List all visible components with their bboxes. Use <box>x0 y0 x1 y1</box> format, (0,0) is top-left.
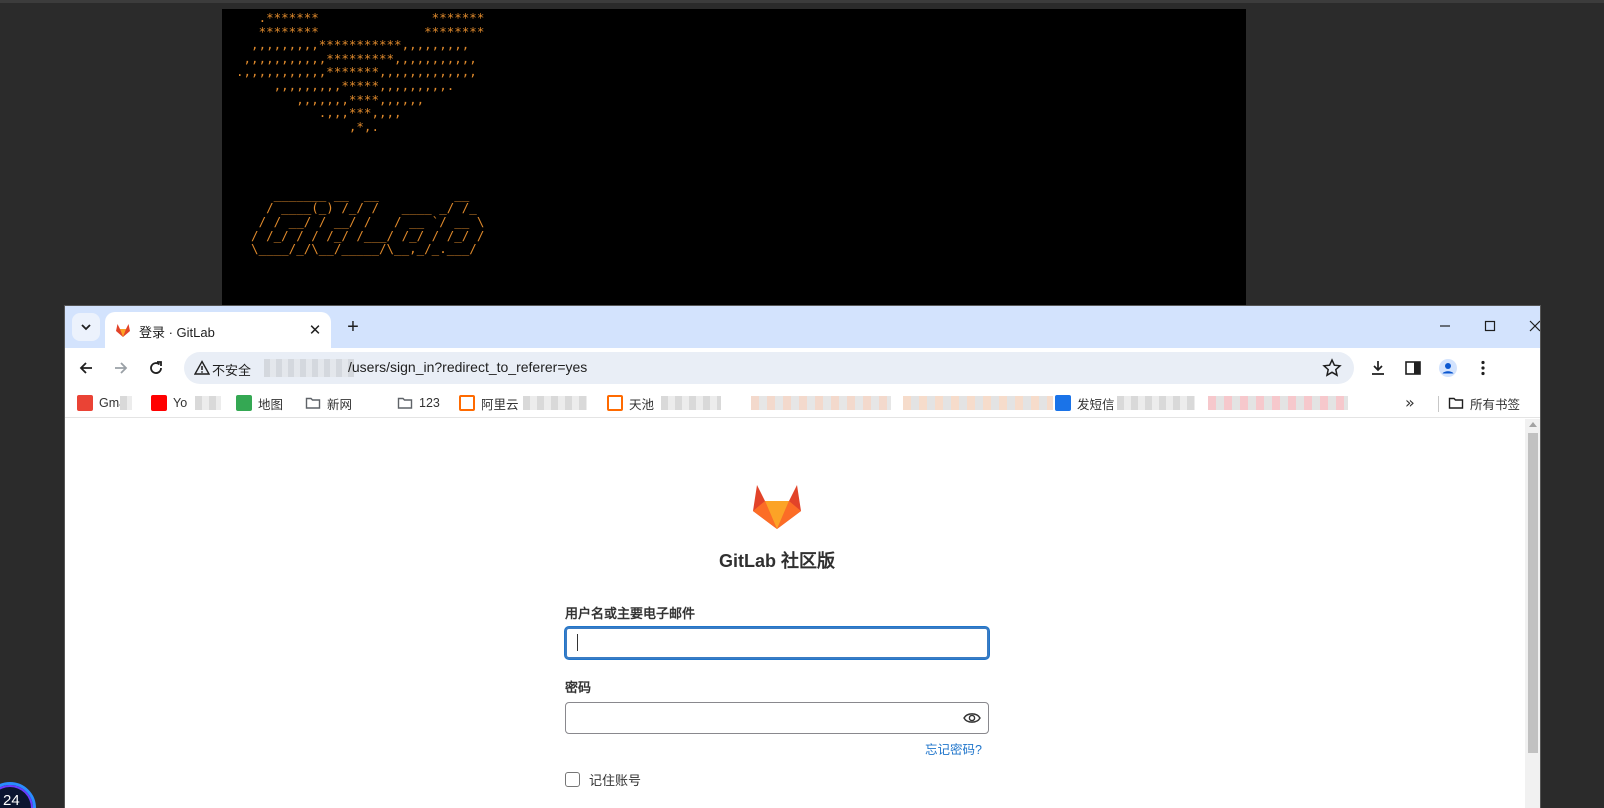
bookmark-label: 阿里云 <box>481 397 519 412</box>
maps-icon <box>236 395 252 411</box>
bookmark-folder-1[interactable]: 新网 <box>305 392 352 414</box>
all-bookmarks-button[interactable]: 所有书签 <box>1448 392 1520 414</box>
folder-icon <box>1448 397 1464 409</box>
tab-search-button[interactable] <box>72 313 100 341</box>
scroll-thumb[interactable] <box>1528 433 1538 753</box>
url-host-redacted <box>264 359 354 377</box>
folder-icon <box>397 397 413 409</box>
all-bookmarks-label: 所有书签 <box>1470 397 1521 412</box>
bookmark-label: 新网 <box>327 397 353 412</box>
bookmark-label: Yo <box>173 396 188 410</box>
password-field-wrap <box>565 702 989 734</box>
remember-me-row[interactable]: 记住账号 <box>565 770 641 789</box>
download-icon <box>1372 361 1384 375</box>
gitlab-logo-icon <box>753 485 801 529</box>
bookmark-redacted <box>903 396 1053 410</box>
bookmark-label: 发短信 <box>1077 397 1115 412</box>
username-label: 用户名或主要电子邮件 <box>565 606 696 621</box>
url-path: /users/sign_in?redirect_to_referer=yes <box>348 359 588 375</box>
close-icon[interactable]: ✕ <box>305 320 325 340</box>
tab-gitlab-login[interactable]: 登录 · GitLab ✕ <box>105 312 331 348</box>
bookmark-sms[interactable]: 发短信 <box>1055 392 1115 414</box>
browser-toolbar: 不安全 /users/sign_in?redirect_to_referer=y… <box>65 348 1540 388</box>
password-input[interactable] <box>565 702 989 734</box>
bookmarks-bar: Gmail Yo 地图 新网 123 阿里云 天池 发短信 » 所有书签 <box>65 388 1540 418</box>
profile-avatar-icon <box>1439 359 1457 377</box>
arrow-left-icon <box>79 362 92 374</box>
chevron-down-icon <box>81 324 91 331</box>
download-button[interactable] <box>1367 357 1389 379</box>
bookmark-redacted <box>120 396 132 410</box>
back-button[interactable] <box>72 354 100 382</box>
bookmark-maps[interactable]: 地图 <box>236 392 283 414</box>
bookmarks-overflow-button[interactable]: » <box>1405 393 1415 412</box>
minimize-button[interactable] <box>1425 312 1465 340</box>
bookmarks-divider <box>1438 396 1439 412</box>
youtube-icon <box>151 395 167 411</box>
bookmark-label: 地图 <box>258 397 284 412</box>
tab-bar: 登录 · GitLab ✕ + <box>65 306 1540 348</box>
gmail-icon <box>77 395 93 411</box>
security-label[interactable]: 不安全 <box>212 360 251 379</box>
side-panel-button[interactable] <box>1402 357 1424 379</box>
tab-title: 登录 · GitLab <box>139 325 215 340</box>
bookmark-aliyun[interactable]: 阿里云 <box>459 392 519 414</box>
page-title: GitLab 社区版 <box>719 551 835 571</box>
forward-button[interactable] <box>107 354 135 382</box>
minimize-icon <box>1440 325 1450 327</box>
profile-button[interactable] <box>1437 357 1459 379</box>
maximize-button[interactable] <box>1470 312 1510 340</box>
username-field-wrap <box>565 627 989 659</box>
side-panel-icon <box>1405 361 1421 375</box>
badge-number: 24 <box>3 792 20 808</box>
bookmark-redacted <box>751 396 891 410</box>
arrow-right-icon <box>115 362 128 374</box>
gitlab-sign-in-page: GitLab 社区版 用户名或主要电子邮件 密码 忘记密码? 记住账号 <box>65 419 1525 808</box>
close-window-icon <box>1529 320 1540 332</box>
bookmark-folder-2[interactable]: 123 <box>397 392 440 414</box>
desktop-circle-badge[interactable]: 24 <box>0 782 36 808</box>
terminal-ascii-art: .******* ******* ******** ******** ,,,,,… <box>236 10 485 257</box>
tianchi-icon <box>607 395 623 411</box>
page-scrollbar[interactable] <box>1525 419 1540 808</box>
maximize-icon <box>1484 320 1496 332</box>
close-window-button[interactable] <box>1515 312 1540 340</box>
new-tab-button[interactable]: + <box>341 315 365 339</box>
bookmark-redacted <box>661 396 721 410</box>
gitlab-favicon-icon <box>116 324 130 337</box>
bookmark-label: 天池 <box>629 397 655 412</box>
browser-window: 登录 · GitLab ✕ + 不安全 /users/sign_in?redir… <box>65 306 1540 808</box>
text-caret <box>577 634 578 651</box>
remember-me-label: 记住账号 <box>589 773 642 788</box>
menu-button[interactable] <box>1472 357 1494 379</box>
desktop-top-strip <box>0 0 1604 3</box>
aliyun-icon <box>459 395 475 411</box>
bookmark-redacted <box>523 396 587 410</box>
bookmark-redacted <box>195 396 221 410</box>
scroll-up-arrow-icon[interactable] <box>1529 422 1537 427</box>
folder-icon <box>305 397 321 409</box>
remember-me-checkbox[interactable] <box>565 772 580 787</box>
bookmark-tianchi[interactable]: 天池 <box>607 392 654 414</box>
terminal-window[interactable]: .******* ******* ******** ******** ,,,,,… <box>222 9 1246 307</box>
bookmark-redacted <box>1117 396 1195 410</box>
kebab-menu-icon <box>1481 360 1485 376</box>
sms-icon <box>1055 395 1071 411</box>
password-label: 密码 <box>565 680 592 695</box>
address-bar[interactable]: 不安全 /users/sign_in?redirect_to_referer=y… <box>184 352 1354 384</box>
bookmark-star-icon[interactable] <box>1322 358 1342 378</box>
username-input[interactable] <box>565 627 989 659</box>
bookmark-youtube[interactable]: Yo <box>151 392 187 414</box>
bookmark-redacted <box>1208 396 1348 410</box>
eye-icon[interactable] <box>963 710 981 726</box>
warning-icon <box>194 360 210 375</box>
reload-icon <box>150 361 162 374</box>
bookmark-label: 123 <box>419 396 440 410</box>
forgot-password-link[interactable]: 忘记密码? <box>925 739 982 758</box>
reload-button[interactable] <box>142 354 170 382</box>
